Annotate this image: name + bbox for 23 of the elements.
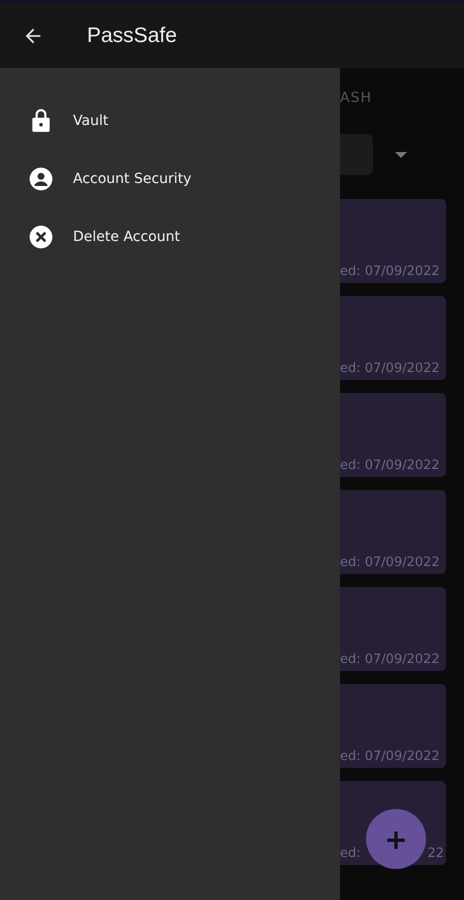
entry-card[interactable]: ed: 07/09/2022	[340, 490, 446, 574]
entry-card[interactable]: ed: 07/09/2022	[340, 296, 446, 380]
entry-card[interactable]: ed: 07/09/2022	[340, 199, 446, 283]
app-title: PassSafe	[87, 24, 177, 48]
date-text: ed: 07/09/2022	[340, 458, 440, 473]
drawer-item[interactable]: Vault	[73, 113, 108, 129]
close-circle-icon	[28, 224, 54, 250]
entry-card[interactable]: ed: 07/09/2022	[340, 684, 446, 768]
date-text: ed: 07/09/2022	[340, 652, 440, 667]
date-text: 22	[427, 846, 444, 861]
date-text: ed: 07/09/2022	[340, 264, 440, 279]
drawer-item[interactable]: Delete Account	[73, 229, 180, 245]
date-text: ed: 07/09/2022	[340, 749, 440, 764]
caret-icon[interactable]	[395, 152, 407, 158]
drawer-item[interactable]: Account Security	[73, 171, 192, 187]
entry-card[interactable]: ed: 07/09/2022	[340, 587, 446, 671]
person-icon	[28, 166, 54, 192]
date-text: ed: 07/09/2022	[340, 555, 440, 570]
date-text: ed:	[340, 846, 361, 861]
tab-label[interactable]: ASH	[340, 90, 372, 106]
entry-card[interactable]: ed: 07/09/2022	[340, 393, 446, 477]
date-text: ed: 07/09/2022	[340, 361, 440, 376]
dropdown-field[interactable]	[340, 134, 373, 175]
